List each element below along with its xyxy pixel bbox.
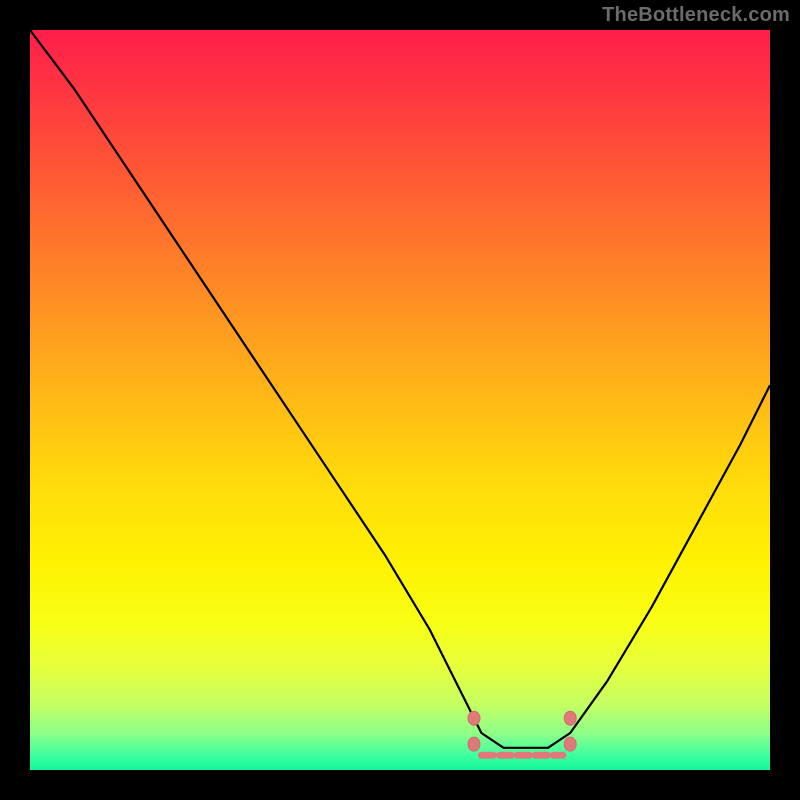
marker-dot [564,737,576,751]
watermark-text: TheBottleneck.com [602,4,790,27]
bottleneck-curve-svg [30,30,770,770]
bottleneck-curve-line [30,30,770,748]
marker-dot [468,711,480,725]
optimal-range-markers [468,711,576,755]
chart-plot-area [30,30,770,770]
marker-dot [468,737,480,751]
marker-dot [564,711,576,725]
